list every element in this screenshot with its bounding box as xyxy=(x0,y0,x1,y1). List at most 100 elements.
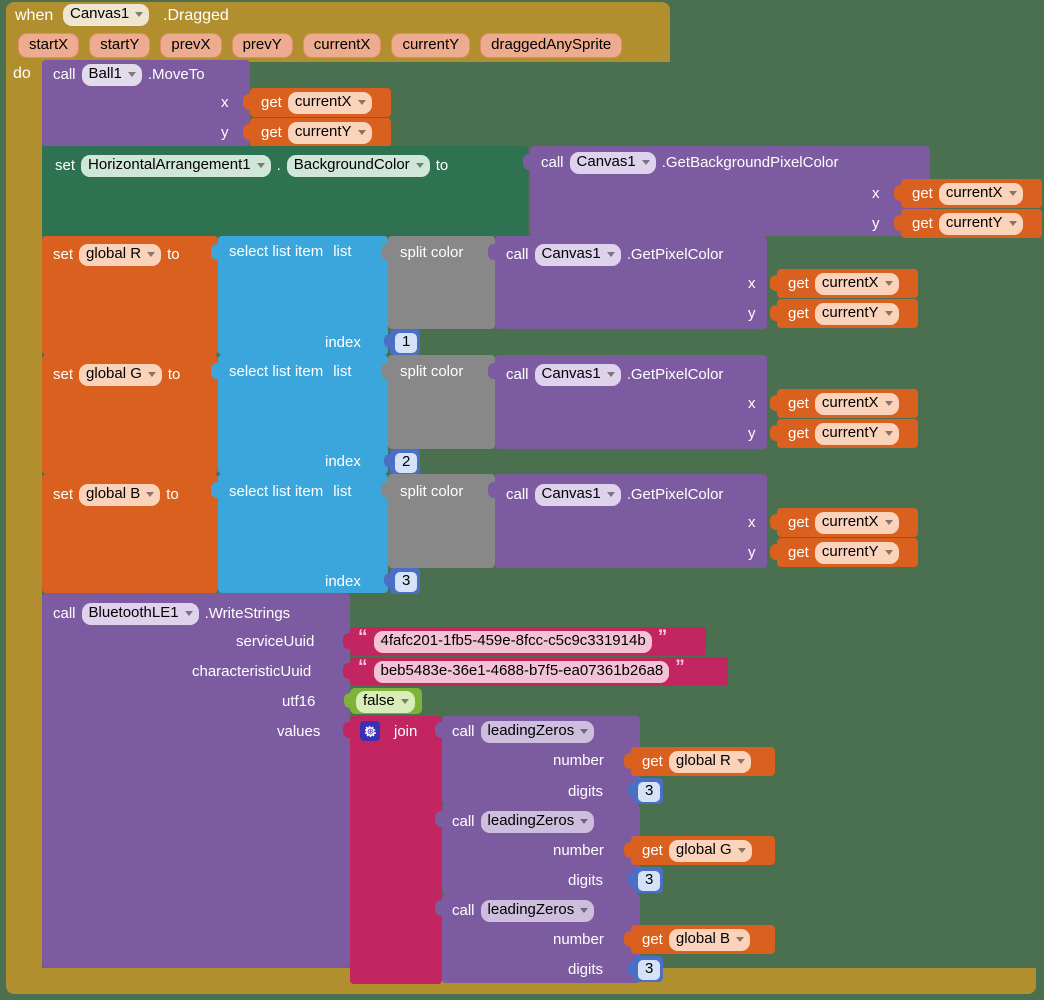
component-name: BluetoothLE1 xyxy=(88,604,179,621)
event-component-name: Canvas1 xyxy=(70,5,130,22)
gear-icon[interactable] xyxy=(360,721,380,741)
moveto-call-label: call xyxy=(53,66,76,84)
get-label: get xyxy=(788,395,809,413)
chevron-down-icon xyxy=(884,310,893,316)
variable-dropdown-currentY[interactable]: currentY xyxy=(814,303,899,325)
writestrings-header: call BluetoothLE1 .WriteStrings xyxy=(53,603,290,625)
chevron-down-icon xyxy=(415,162,424,168)
chevron-down-icon xyxy=(606,251,615,257)
utf16-value-dropdown[interactable]: false xyxy=(356,691,415,713)
split-color-label-r: split color xyxy=(400,244,464,261)
value-plug xyxy=(381,244,390,260)
variable-name: currentX xyxy=(294,93,352,110)
value-plug xyxy=(343,722,352,738)
global-variable-dropdown-b[interactable]: global B xyxy=(79,484,161,506)
chevron-down-icon xyxy=(400,698,409,704)
variable-dropdown-currentY[interactable]: currentY xyxy=(287,122,372,144)
getpixel-component-dropdown-b[interactable]: Canvas1 xyxy=(534,484,621,506)
call-label: call xyxy=(541,154,564,172)
value-plug xyxy=(381,363,390,379)
variable-dropdown-currentY[interactable]: currentY xyxy=(938,213,1023,235)
component-name: Canvas1 xyxy=(541,485,601,502)
utf16-value: false xyxy=(363,692,395,709)
get-global-g-row: get global G xyxy=(642,840,752,862)
digits-value-g[interactable]: 3 xyxy=(638,871,661,891)
value-plug xyxy=(435,900,444,916)
variable-dropdown-currentX[interactable]: currentX xyxy=(814,512,899,534)
procedure-dropdown-b[interactable]: leadingZeros xyxy=(480,900,595,922)
value-plug xyxy=(894,185,903,201)
variable-name: currentY xyxy=(821,543,879,560)
set-property-dropdown[interactable]: BackgroundColor xyxy=(286,155,430,177)
global-variable-dropdown-r[interactable]: global R xyxy=(79,244,162,266)
index-value-r[interactable]: 1 xyxy=(395,333,418,353)
variable-dropdown-currentY[interactable]: currentY xyxy=(814,542,899,564)
characteristicuuid-label: characteristicUuid xyxy=(192,663,312,680)
getpixel-r-arg-y-label: y xyxy=(748,305,756,322)
variable-dropdown-currentX[interactable]: currentX xyxy=(814,273,899,295)
chevron-down-icon xyxy=(1008,190,1017,196)
value-plug xyxy=(384,573,393,587)
value-plug xyxy=(627,961,636,975)
set-dot: . xyxy=(276,157,281,175)
variable-name: global R xyxy=(86,245,142,262)
variable-dropdown-currentX[interactable]: currentX xyxy=(814,393,899,415)
event-param-currentX: currentX xyxy=(302,33,382,58)
chevron-down-icon xyxy=(1008,220,1017,226)
value-plug xyxy=(770,544,779,560)
writestrings-component-dropdown[interactable]: BluetoothLE1 xyxy=(81,603,199,625)
variable-name: global G xyxy=(86,365,142,382)
moveto-component-dropdown[interactable]: Ball1 xyxy=(81,64,142,86)
value-plug xyxy=(488,363,497,379)
moveto-component-name: Ball1 xyxy=(88,65,122,82)
index-value-g[interactable]: 2 xyxy=(395,453,418,473)
get-global-r-row: get global R xyxy=(642,751,751,773)
digits-value-r[interactable]: 3 xyxy=(638,782,661,802)
value-plug xyxy=(624,842,633,858)
set-label: set xyxy=(55,157,76,175)
to-label: to xyxy=(167,246,180,264)
variable-dropdown-currentX[interactable]: currentX xyxy=(938,183,1023,205)
set-global-r-header: set global R to xyxy=(53,244,180,266)
set-component-dropdown[interactable]: HorizontalArrangement1 xyxy=(81,155,271,177)
variable-name: currentX xyxy=(821,274,879,291)
chevron-down-icon xyxy=(606,491,615,497)
digits-value-b[interactable]: 3 xyxy=(638,960,661,980)
procedure-dropdown-g[interactable]: leadingZeros xyxy=(480,811,595,833)
global-variable-dropdown-g[interactable]: global G xyxy=(668,840,752,862)
set-global-g-header: set global G to xyxy=(53,364,180,386)
index-value-b[interactable]: 3 xyxy=(395,572,418,592)
variable-dropdown-currentX[interactable]: currentX xyxy=(287,92,372,114)
call-label: call xyxy=(452,902,475,920)
block-join[interactable] xyxy=(343,716,442,984)
getpixel-component-dropdown-g[interactable]: Canvas1 xyxy=(534,364,621,386)
variable-name: currentX xyxy=(945,184,1003,201)
global-variable-dropdown-r[interactable]: global R xyxy=(668,751,751,773)
to-label: to xyxy=(167,366,181,384)
index-label-g: index xyxy=(325,453,361,470)
get-label: get xyxy=(642,842,663,860)
global-variable-dropdown-b[interactable]: global B xyxy=(668,929,751,951)
procedure-dropdown-r[interactable]: leadingZeros xyxy=(480,721,595,743)
select-list-item-label: select list item xyxy=(229,363,324,380)
characteristicuuid-text-row: “ beb5483e-36e1-4688-b7f5-ea07361b26a8 ” xyxy=(358,658,685,683)
getpixel-g-arg-y-label: y xyxy=(748,425,756,442)
moveto-method-label: .MoveTo xyxy=(147,66,205,84)
moveto-arg-x-label: x xyxy=(221,94,229,111)
getpixel-component-dropdown-r[interactable]: Canvas1 xyxy=(534,244,621,266)
getpixel-b-arg-y-label: y xyxy=(748,544,756,561)
select-list-item-b-header: select list item list xyxy=(229,484,352,499)
chevron-down-icon xyxy=(884,430,893,436)
event-component-dropdown[interactable]: Canvas1 xyxy=(63,4,150,26)
call-label: call xyxy=(452,813,475,831)
getbgpixel-component-dropdown[interactable]: Canvas1 xyxy=(569,152,656,174)
characteristicuuid-value[interactable]: beb5483e-36e1-4688-b7f5-ea07361b26a8 xyxy=(373,661,670,683)
chevron-down-icon xyxy=(184,610,193,616)
variable-dropdown-currentY[interactable]: currentY xyxy=(814,423,899,445)
global-variable-dropdown-g[interactable]: global G xyxy=(79,364,162,386)
method-label: .GetBackgroundPixelColor xyxy=(661,154,839,172)
variable-name: currentY xyxy=(945,214,1003,231)
event-param-draggedAnySprite: draggedAnySprite xyxy=(480,33,623,58)
serviceuuid-value[interactable]: 4fafc201-1fb5-459e-8fcc-c5c9c331914b xyxy=(373,631,652,653)
event-block-body xyxy=(6,58,42,988)
